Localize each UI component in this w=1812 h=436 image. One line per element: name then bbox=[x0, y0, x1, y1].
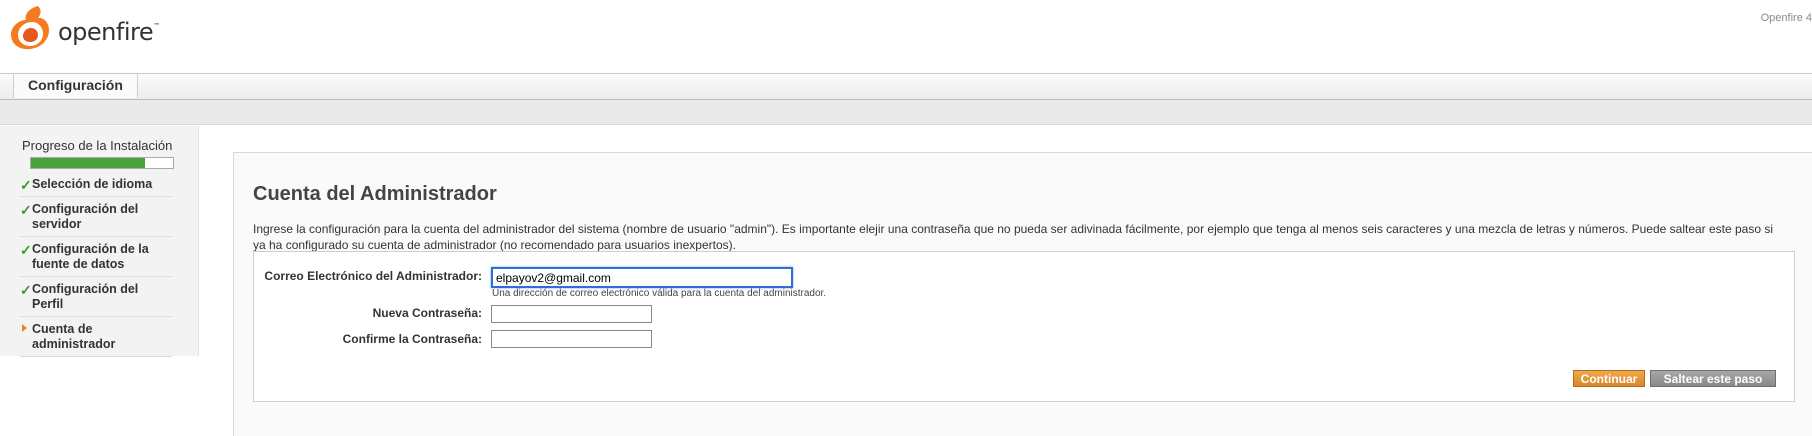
tab-configuracion[interactable]: Configuración bbox=[13, 74, 138, 98]
current-step-arrow-icon bbox=[22, 324, 27, 332]
sidebar-item-idioma[interactable]: ✓ Selección de idioma bbox=[20, 172, 172, 197]
confirm-password-label: Confirme la Contraseña: bbox=[342, 332, 482, 346]
confirm-password-field[interactable] bbox=[491, 330, 652, 348]
progress-fill bbox=[31, 158, 145, 168]
openfire-logo-icon bbox=[10, 6, 50, 50]
check-icon: ✓ bbox=[20, 177, 32, 193]
install-progress-bar bbox=[30, 157, 174, 169]
logo-text: openfire™ bbox=[58, 18, 160, 46]
sidebar-item-fuente-datos[interactable]: ✓ Configuración de la fuente de datos bbox=[20, 237, 172, 277]
sidebar-item-perfil[interactable]: ✓ Configuración del Perfil bbox=[20, 277, 172, 317]
top-nav: Configuración bbox=[0, 73, 1812, 100]
sidebar-steps: ✓ Selección de idioma ✓ Configuración de… bbox=[20, 172, 172, 357]
sidebar-title: Progreso de la Instalación bbox=[22, 138, 173, 153]
sidebar-item-servidor[interactable]: ✓ Configuración del servidor bbox=[20, 197, 172, 237]
intro-text: Ingrese la configuración para la cuenta … bbox=[253, 222, 1774, 252]
sidebar-item-label: Cuenta de administrador bbox=[32, 322, 116, 351]
new-password-field[interactable] bbox=[491, 305, 652, 323]
sidebar: Progreso de la Instalación ✓ Selección d… bbox=[0, 126, 199, 357]
admin-email-field[interactable] bbox=[491, 267, 793, 288]
version-text: Openfire 4 bbox=[1760, 12, 1812, 24]
email-hint: Una dirección de correo electrónico váli… bbox=[492, 288, 827, 299]
email-label: Correo Electrónico del Administrador: bbox=[264, 269, 482, 283]
password-label: Nueva Contraseña: bbox=[372, 306, 482, 320]
subnav-bar bbox=[0, 100, 1812, 125]
check-icon: ✓ bbox=[20, 242, 32, 258]
admin-form bbox=[253, 251, 1795, 402]
sidebar-item-label: Configuración del servidor bbox=[32, 202, 139, 231]
check-icon: ✓ bbox=[20, 202, 32, 218]
sidebar-item-admin[interactable]: Cuenta de administrador bbox=[20, 317, 172, 357]
header: openfire™ Openfire 4 bbox=[0, 0, 1812, 73]
sidebar-item-label: Configuración del Perfil bbox=[32, 282, 139, 311]
skip-step-button[interactable]: Saltear este paso bbox=[1650, 370, 1776, 387]
continue-button[interactable]: Continuar bbox=[1573, 370, 1645, 387]
page-title: Cuenta del Administrador bbox=[253, 183, 497, 205]
check-icon: ✓ bbox=[20, 282, 32, 298]
sidebar-item-label: Configuración de la fuente de datos bbox=[32, 242, 149, 271]
sidebar-item-label: Selección de idioma bbox=[32, 177, 153, 191]
